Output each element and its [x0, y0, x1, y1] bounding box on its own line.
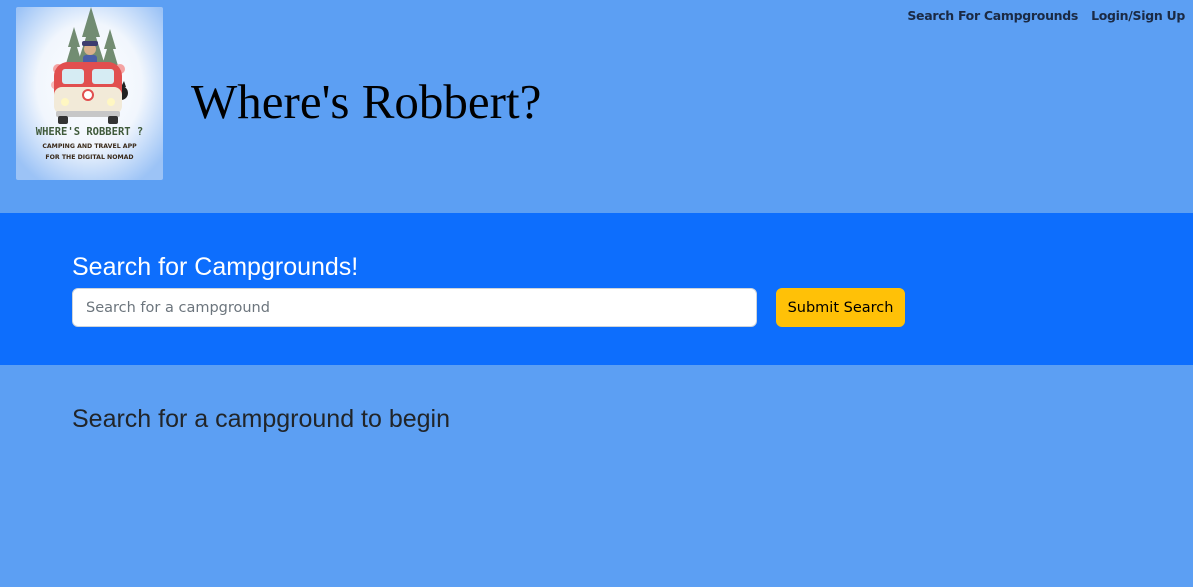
- campground-search-input[interactable]: [72, 288, 757, 327]
- svg-text:FOR THE DIGITAL NOMAD: FOR THE DIGITAL NOMAD: [45, 154, 133, 161]
- site-header: WHERE'S ROBBERT ? CAMPING AND TRAVEL APP…: [0, 0, 1193, 213]
- nav-link-search-campgrounds[interactable]: Search For Campgrounds: [907, 7, 1078, 25]
- svg-text:CAMPING AND TRAVEL APP: CAMPING AND TRAVEL APP: [42, 143, 137, 150]
- nav-link-login-signup[interactable]: Login/Sign Up: [1091, 7, 1185, 25]
- camper-van-logo-graphic: WHERE'S ROBBERT ? CAMPING AND TRAVEL APP…: [16, 7, 163, 180]
- submit-search-button[interactable]: Submit Search: [776, 288, 905, 327]
- site-title: Where's Robbert?: [191, 74, 542, 129]
- svg-text:WHERE'S ROBBERT ?: WHERE'S ROBBERT ?: [36, 126, 143, 138]
- top-nav: Search For Campgrounds Login/Sign Up: [907, 7, 1185, 25]
- results-empty-message: Search for a campground to begin: [72, 405, 451, 433]
- search-heading: Search for Campgrounds!: [72, 253, 359, 281]
- search-section: Search for Campgrounds! Submit Search: [0, 213, 1193, 365]
- camper-van-logo[interactable]: WHERE'S ROBBERT ? CAMPING AND TRAVEL APP…: [16, 7, 163, 180]
